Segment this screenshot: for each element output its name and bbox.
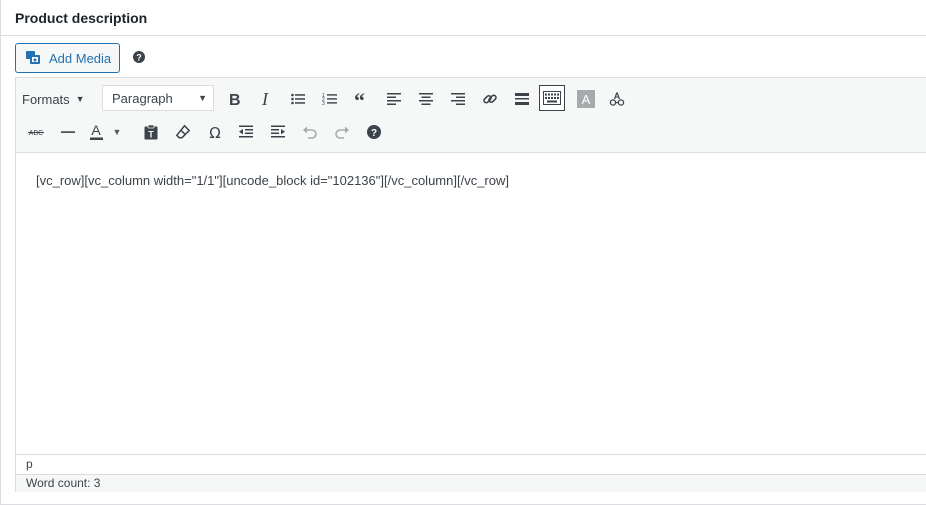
svg-text:I: I: [261, 91, 269, 107]
svg-text:A: A: [614, 91, 621, 101]
svg-text:A: A: [91, 123, 101, 138]
svg-text:?: ?: [136, 53, 142, 63]
editor-content[interactable]: [vc_row][vc_column width="1/1"][uncode_b…: [36, 173, 509, 188]
media-icon: [25, 49, 43, 67]
outdent-icon[interactable]: [232, 119, 260, 145]
horizontal-line-icon[interactable]: [54, 119, 82, 145]
editor-toolbar: Formats ▼ Paragraph ▼ B I 1 2 3 “ A A AB…: [16, 78, 926, 153]
align-right-icon[interactable]: [444, 86, 472, 112]
box-header: Product description: [1, 0, 926, 36]
rich-text-editor: Formats ▼ Paragraph ▼ B I 1 2 3 “ A A AB…: [15, 77, 926, 492]
clear-formatting-icon[interactable]: [169, 119, 197, 145]
read-more-icon[interactable]: [508, 86, 536, 112]
svg-text:Ω: Ω: [209, 124, 220, 140]
svg-text:A: A: [582, 92, 591, 107]
product-description-box: Product description Add Media ? Formats …: [0, 0, 926, 505]
element-path[interactable]: p: [16, 454, 926, 474]
bullet-list-icon[interactable]: [284, 86, 312, 112]
special-character-icon[interactable]: Ω: [201, 119, 229, 145]
caret-down-icon: ▼: [75, 94, 85, 104]
svg-text:3: 3: [322, 101, 325, 107]
svg-text:T: T: [148, 130, 154, 140]
blockquote-icon[interactable]: “: [348, 86, 376, 112]
box-title: Product description: [15, 10, 148, 26]
block-format-select[interactable]: Paragraph ▼: [102, 85, 214, 111]
link-icon[interactable]: [476, 86, 504, 112]
numbered-list-icon[interactable]: 1 2 3: [316, 86, 344, 112]
block-format-value: Paragraph: [112, 90, 173, 106]
svg-text:?: ?: [371, 128, 377, 139]
add-media-label: Add Media: [49, 50, 112, 66]
italic-icon[interactable]: I: [252, 86, 280, 112]
caret-down-icon: ▼: [198, 93, 207, 103]
help-icon[interactable]: ?: [132, 50, 146, 64]
bold-icon[interactable]: B: [220, 86, 248, 112]
paste-text-icon[interactable]: T: [137, 119, 165, 145]
formats-dropdown[interactable]: Formats ▼: [22, 87, 85, 111]
svg-text:ABC: ABC: [29, 130, 43, 137]
text-highlight-icon[interactable]: A: [572, 86, 600, 112]
toolbar-toggle-icon[interactable]: [539, 85, 565, 111]
help-icon[interactable]: ?: [360, 119, 388, 145]
svg-text:“: “: [354, 91, 365, 107]
undo-icon[interactable]: [296, 119, 324, 145]
caret-down-icon[interactable]: ▼: [110, 119, 124, 145]
align-center-icon[interactable]: [412, 86, 440, 112]
align-left-icon[interactable]: [380, 86, 408, 112]
formats-label: Formats: [22, 91, 70, 107]
svg-text:B: B: [229, 92, 241, 107]
indent-icon[interactable]: [264, 119, 292, 145]
strikethrough-icon[interactable]: ABC: [22, 119, 50, 145]
add-media-button[interactable]: Add Media: [15, 43, 120, 73]
word-count: Word count: 3: [16, 474, 926, 492]
spellcheck-icon[interactable]: A: [603, 86, 631, 112]
redo-icon[interactable]: [328, 119, 356, 145]
